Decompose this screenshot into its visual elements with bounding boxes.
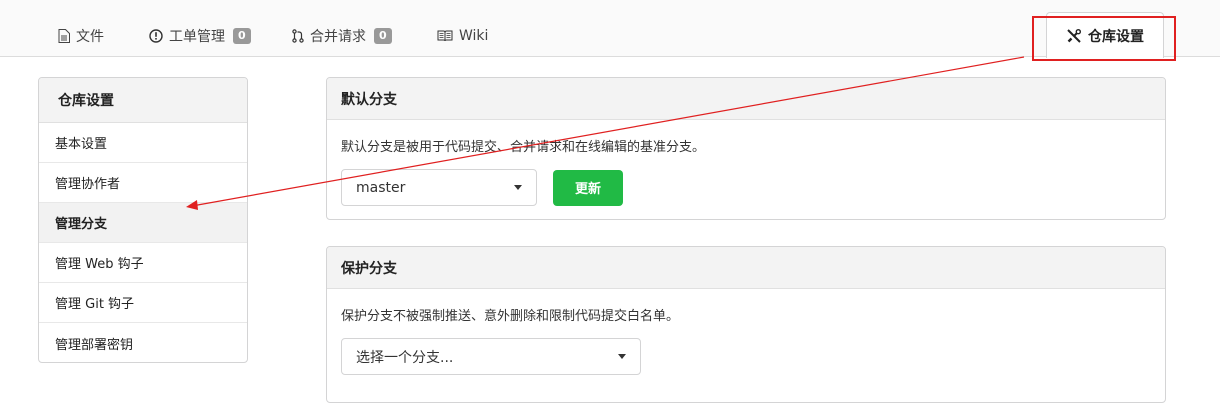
protected-branch-panel: 保护分支 保护分支不被强制推送、意外删除和限制代码提交白名单。 选择一个分支..…	[326, 246, 1166, 403]
tab-settings[interactable]: 仓库设置	[1046, 12, 1164, 58]
tab-pull-requests[interactable]: 合并请求 0	[292, 22, 392, 50]
issues-count-badge: 0	[233, 28, 251, 44]
issue-icon	[149, 29, 163, 43]
sidebar-item-deploy-keys[interactable]: 管理部署密钥	[39, 323, 247, 362]
dropdown-caret-icon	[618, 354, 626, 359]
tab-settings-label: 仓库设置	[1088, 28, 1144, 45]
settings-sidebar: 仓库设置 基本设置 管理协作者 管理分支 管理 Web 钩子 管理 Git 钩子…	[38, 77, 248, 363]
default-branch-select[interactable]: master	[341, 169, 537, 206]
sidebar-item-git-hooks[interactable]: 管理 Git 钩子	[39, 283, 247, 323]
default-branch-description: 默认分支是被用于代码提交、合并请求和在线编辑的基准分支。	[341, 140, 706, 155]
file-icon	[58, 29, 70, 43]
update-button[interactable]: 更新	[553, 169, 623, 206]
protected-branch-select[interactable]: 选择一个分支...	[341, 338, 641, 375]
tab-wiki-label: Wiki	[459, 28, 489, 44]
tab-files-label: 文件	[76, 29, 104, 45]
sidebar-item-webhooks[interactable]: 管理 Web 钩子	[39, 243, 247, 283]
tab-issues-label: 工单管理	[169, 29, 225, 45]
protected-branch-description: 保护分支不被强制推送、意外删除和限制代码提交白名单。	[341, 309, 680, 324]
sidebar-item-collaborators[interactable]: 管理协作者	[39, 163, 247, 203]
tab-pull-requests-label: 合并请求	[310, 29, 366, 45]
pull-request-icon	[292, 29, 304, 43]
sidebar-header: 仓库设置	[39, 78, 247, 123]
protected-branch-title: 保护分支	[327, 247, 1165, 289]
default-branch-select-value: master	[356, 179, 406, 196]
protected-branch-select-placeholder: 选择一个分支...	[356, 349, 454, 366]
default-branch-panel: 默认分支 默认分支是被用于代码提交、合并请求和在线编辑的基准分支。 master…	[326, 77, 1166, 220]
tab-issues[interactable]: 工单管理 0	[149, 22, 251, 50]
tab-files[interactable]: 文件	[58, 22, 104, 50]
dropdown-caret-icon	[514, 185, 522, 190]
default-branch-title: 默认分支	[327, 78, 1165, 120]
pulls-count-badge: 0	[374, 28, 392, 44]
tab-wiki[interactable]: Wiki	[437, 22, 488, 50]
sidebar-item-branches[interactable]: 管理分支	[39, 203, 247, 243]
tools-icon	[1067, 28, 1082, 43]
book-icon	[437, 30, 453, 42]
sidebar-item-basic[interactable]: 基本设置	[39, 123, 247, 163]
repo-tab-bar: 文件 工单管理 0 合并请求 0 Wiki 仓库设置	[0, 0, 1220, 58]
